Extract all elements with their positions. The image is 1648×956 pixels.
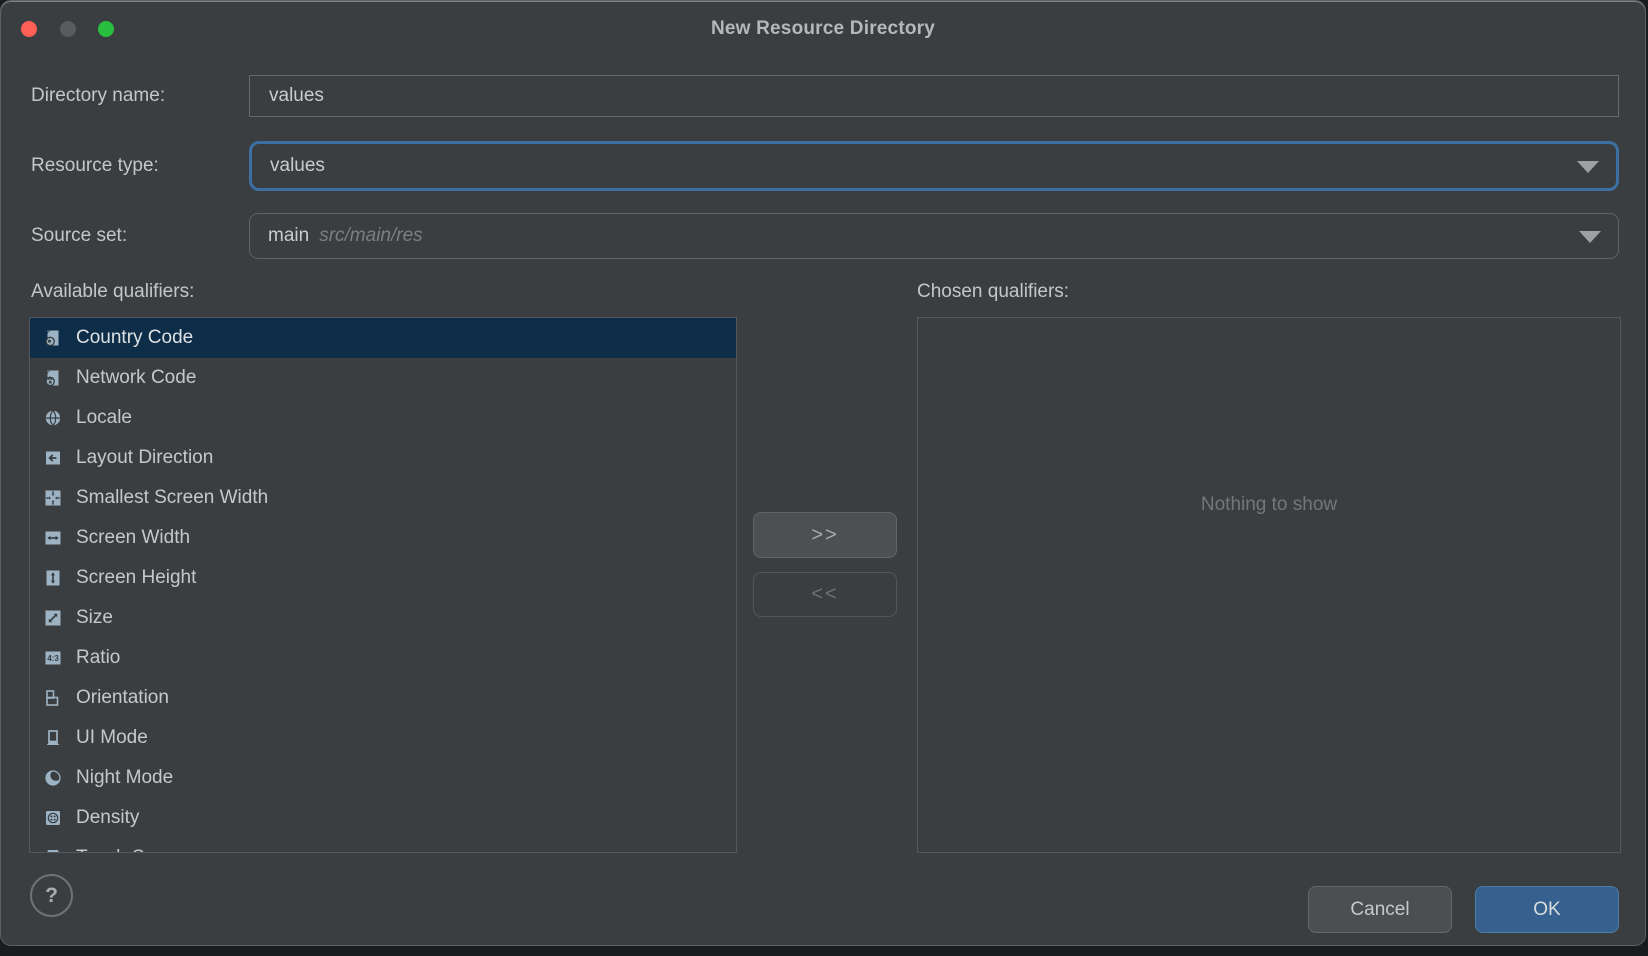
qualifier-row[interactable]: Smallest Screen Width (30, 478, 736, 518)
qualifier-label: Ratio (76, 647, 120, 669)
smallest-screen-width-icon (43, 488, 63, 508)
qualifier-label: Orientation (76, 687, 169, 709)
layout-direction-icon (43, 448, 63, 468)
size-icon (43, 608, 63, 628)
cancel-button[interactable]: Cancel (1308, 886, 1452, 933)
qualifier-row[interactable]: 4:3 Ratio (30, 638, 736, 678)
help-button[interactable]: ? (30, 874, 73, 917)
qualifier-label: Smallest Screen Width (76, 487, 268, 509)
qualifier-row[interactable]: Country Code (30, 318, 736, 358)
qualifier-row[interactable]: Touch Screen (30, 838, 736, 853)
chosen-qualifiers-list: Nothing to show (917, 317, 1621, 853)
qualifier-row[interactable]: Density (30, 798, 736, 838)
night-mode-icon (43, 768, 63, 788)
ui-mode-icon (43, 728, 63, 748)
touch-screen-icon (43, 848, 63, 853)
qualifier-label: Screen Height (76, 567, 196, 589)
qualifier-row[interactable]: UI Mode (30, 718, 736, 758)
title-bar: New Resource Directory (1, 1, 1645, 55)
qualifier-row[interactable]: Screen Width (30, 518, 736, 558)
country-code-icon (43, 328, 63, 348)
chevron-down-icon (1577, 161, 1599, 173)
qualifier-label: Layout Direction (76, 447, 213, 469)
new-resource-directory-dialog: New Resource Directory Directory name: R… (0, 0, 1646, 946)
available-qualifiers-list[interactable]: Country Code Network Code Locale Layout Dir… (29, 317, 737, 853)
qualifier-label: Touch Screen (76, 847, 192, 853)
resource-type-dropdown[interactable]: values (249, 141, 1619, 191)
empty-list-message: Nothing to show (918, 494, 1620, 516)
source-set-path-hint: src/main/res (319, 225, 422, 247)
qualifier-row[interactable]: Locale (30, 398, 736, 438)
locale-icon (43, 408, 63, 428)
directory-name-input[interactable] (249, 75, 1619, 117)
source-set-value: main (268, 225, 309, 247)
ratio-icon: 4:3 (43, 648, 63, 668)
available-qualifiers-label: Available qualifiers: (31, 281, 194, 303)
density-icon (43, 808, 63, 828)
qualifier-label: Network Code (76, 367, 196, 389)
chevron-down-icon (1579, 231, 1601, 243)
qualifier-label: Night Mode (76, 767, 173, 789)
orientation-icon (43, 688, 63, 708)
qualifier-row[interactable]: Screen Height (30, 558, 736, 598)
dialog-title: New Resource Directory (1, 1, 1645, 55)
add-qualifier-button[interactable]: >> (753, 512, 897, 558)
chosen-qualifiers-label: Chosen qualifiers: (917, 281, 1069, 303)
qualifier-label: Country Code (76, 327, 193, 349)
screen-width-icon (43, 528, 63, 548)
resource-type-label: Resource type: (31, 155, 159, 177)
qualifier-label: UI Mode (76, 727, 148, 749)
resource-type-value: values (270, 155, 325, 177)
qualifier-label: Size (76, 607, 113, 629)
source-set-dropdown[interactable]: main src/main/res (249, 213, 1619, 259)
remove-qualifier-button[interactable]: << (753, 572, 897, 617)
qualifier-row[interactable]: Size (30, 598, 736, 638)
qualifier-row[interactable]: Night Mode (30, 758, 736, 798)
ok-button[interactable]: OK (1475, 886, 1619, 933)
qualifier-label: Screen Width (76, 527, 190, 549)
screen-height-icon (43, 568, 63, 588)
source-set-label: Source set: (31, 225, 127, 247)
directory-name-label: Directory name: (31, 85, 165, 107)
qualifier-row[interactable]: Layout Direction (30, 438, 736, 478)
qualifier-row[interactable]: Orientation (30, 678, 736, 718)
qualifier-row[interactable]: Network Code (30, 358, 736, 398)
qualifier-label: Locale (76, 407, 132, 429)
qualifier-label: Density (76, 807, 139, 829)
svg-text:4:3: 4:3 (47, 654, 59, 663)
network-code-icon (43, 368, 63, 388)
